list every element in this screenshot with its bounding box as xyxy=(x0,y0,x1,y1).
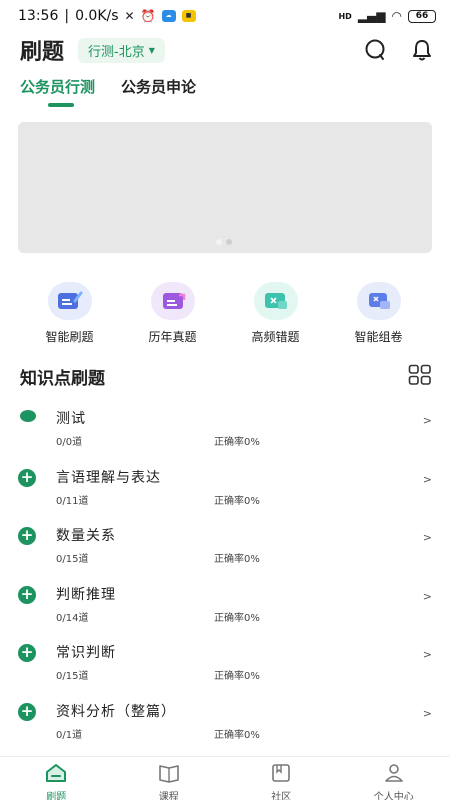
smart-paper-icon xyxy=(356,282,401,320)
banner-carousel[interactable] xyxy=(18,122,432,253)
tab-xingce[interactable]: 公务员行测 xyxy=(20,76,95,107)
nav-practice[interactable]: 刷题 xyxy=(0,757,113,800)
home-icon xyxy=(45,763,67,787)
alarm-icon: ⏰ xyxy=(140,9,156,23)
signal-icon: ▂▄▆ xyxy=(357,9,386,23)
tab-label: 公务员申论 xyxy=(121,78,197,96)
expand-plus-icon[interactable]: + xyxy=(18,527,36,546)
network-type: HD xyxy=(338,11,352,21)
expand-plus-icon[interactable]: + xyxy=(18,585,36,604)
smart-practice-icon xyxy=(47,282,92,320)
past-papers-label: 历年真题 xyxy=(148,330,197,344)
expand-plus-icon[interactable]: + xyxy=(18,468,36,487)
caret-down-icon: ▼ xyxy=(148,45,155,55)
topic-name: 测试 xyxy=(56,411,86,427)
carousel-dot xyxy=(226,239,232,245)
nav-course[interactable]: 课程 xyxy=(113,757,226,800)
page-title: 刷题 xyxy=(20,40,65,65)
carousel-dot xyxy=(216,239,222,245)
chevron-right-icon: > xyxy=(422,589,432,603)
region-label: 行测-北京 xyxy=(88,44,145,60)
topic-item[interactable]: 测试 0/0道 正确率0% > xyxy=(0,400,450,459)
topic-name: 判断推理 xyxy=(56,586,116,603)
message-icon[interactable] xyxy=(364,39,386,61)
topic-item[interactable]: + 常识判断 0/15道 正确率0% > xyxy=(0,634,450,693)
topic-item[interactable]: + 资料分析（整篇） 0/1道 正确率0% > xyxy=(0,693,450,752)
chevron-right-icon: > xyxy=(422,472,432,486)
topic-accuracy: 正确率0% xyxy=(214,495,260,507)
tab-label: 公务员行测 xyxy=(20,78,96,96)
topic-count: 0/15道 xyxy=(56,554,89,566)
grid-view-icon[interactable] xyxy=(408,364,432,390)
topic-accuracy: 正确率0% xyxy=(214,612,260,624)
expand-plus-icon[interactable]: + xyxy=(18,644,36,663)
app-notification-icon-2: ■ xyxy=(181,10,196,22)
topic-accuracy: 正确率0% xyxy=(214,437,260,448)
section-title: 知识点刷题 xyxy=(20,369,105,389)
community-icon xyxy=(270,763,292,787)
quick-actions: 智能刷题 历年真题 高频错题 智能组卷 xyxy=(0,282,450,345)
past-papers-button[interactable]: 历年真题 xyxy=(121,282,224,345)
carousel-indicator xyxy=(216,239,232,245)
profile-icon xyxy=(383,763,405,787)
topic-name: 言语理解与表达 xyxy=(56,469,161,486)
smart-practice-label: 智能刷题 xyxy=(45,330,94,344)
topic-accuracy: 正确率0% xyxy=(214,554,260,566)
chevron-right-icon: > xyxy=(422,706,432,720)
chevron-right-icon: > xyxy=(422,414,432,427)
frequent-errors-icon xyxy=(253,282,298,320)
app-notification-icon: ☁ xyxy=(161,10,176,22)
topic-count: 0/0道 xyxy=(56,437,83,448)
smart-paper-button[interactable]: 智能组卷 xyxy=(327,282,430,345)
topic-name: 数量关系 xyxy=(56,528,116,545)
exam-tabs: 公务员行测 公务员申论 xyxy=(20,76,196,107)
nav-profile[interactable]: 个人中心 xyxy=(338,757,450,800)
nav-label: 社区 xyxy=(271,792,292,800)
status-speed: 0.0K/s xyxy=(75,8,119,24)
bell-icon[interactable] xyxy=(412,39,432,61)
nav-label: 课程 xyxy=(158,792,179,800)
region-select[interactable]: 行测-北京 ▼ xyxy=(78,37,165,63)
nav-label: 刷题 xyxy=(46,792,67,800)
topic-item[interactable]: + 判断推理 0/14道 正确率0% > xyxy=(0,576,450,635)
battery-icon: 66 xyxy=(408,9,436,23)
topic-item[interactable]: + 言语理解与表达 0/11道 正确率0% > xyxy=(0,459,450,518)
topic-list: 测试 0/0道 正确率0% > + 言语理解与表达 0/11道 正确率0% > … xyxy=(0,400,450,752)
mute-icon: ✕ xyxy=(124,9,135,23)
course-icon xyxy=(158,763,180,787)
tab-active-indicator xyxy=(48,103,74,107)
nav-community[interactable]: 社区 xyxy=(225,757,338,800)
topic-count: 0/1道 xyxy=(56,729,83,741)
chevron-right-icon: > xyxy=(422,648,432,662)
topic-count: 0/14道 xyxy=(56,612,89,624)
expand-plus-icon[interactable]: + xyxy=(18,702,36,721)
topic-name: 资料分析（整篇） xyxy=(56,703,176,720)
frequent-errors-button[interactable]: 高频错题 xyxy=(224,282,327,345)
topic-count: 0/15道 xyxy=(56,671,89,683)
status-bar: 13:56 | 0.0K/s ✕ ⏰ ☁ ■ HD ▂▄▆ ◠ 66 xyxy=(0,0,450,32)
status-time: 13:56 xyxy=(18,8,59,24)
chevron-right-icon: > xyxy=(422,531,432,545)
topic-accuracy: 正确率0% xyxy=(214,729,260,741)
topic-item[interactable]: + 数量关系 0/15道 正确率0% > xyxy=(0,517,450,576)
nav-label: 个人中心 xyxy=(373,792,414,800)
smart-practice-button[interactable]: 智能刷题 xyxy=(18,282,121,345)
wifi-icon: ◠ xyxy=(391,9,402,23)
topic-count: 0/11道 xyxy=(56,495,89,507)
tab-shenlun[interactable]: 公务员申论 xyxy=(121,76,196,107)
frequent-errors-label: 高频错题 xyxy=(251,330,300,344)
status-divider: | xyxy=(64,8,70,24)
dot-icon xyxy=(20,410,36,422)
smart-paper-label: 智能组卷 xyxy=(354,330,403,344)
header: 刷题 行测-北京 ▼ xyxy=(0,32,450,68)
bottom-nav: 刷题 课程 社区 个人中心 xyxy=(0,756,450,800)
topic-accuracy: 正确率0% xyxy=(214,671,260,683)
battery-level: 66 xyxy=(415,11,429,21)
topic-name: 常识判断 xyxy=(56,645,116,662)
past-papers-icon xyxy=(150,282,195,320)
